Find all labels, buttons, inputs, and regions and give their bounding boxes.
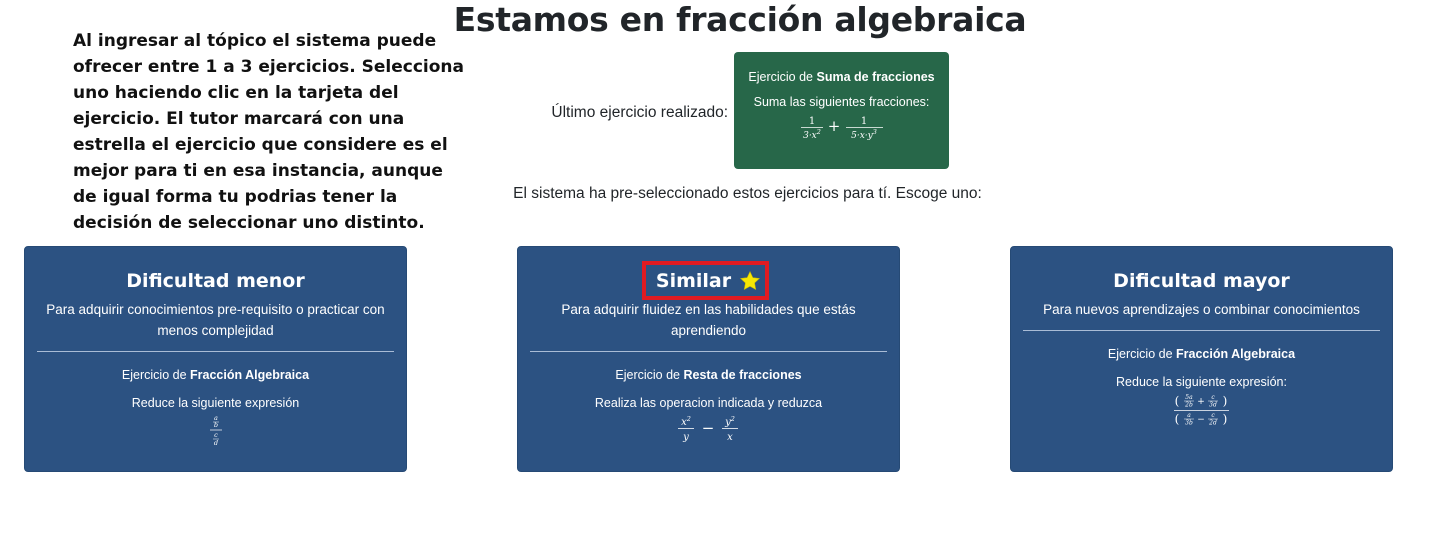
- card-description: Para nuevos aprendizajes o combinar cono…: [1043, 302, 1360, 317]
- svg-text:2d: 2d: [1208, 420, 1217, 427]
- svg-text:a: a: [1187, 412, 1191, 419]
- svg-text:+: +: [1197, 397, 1205, 407]
- exercise-topic: Resta de fracciones: [683, 368, 802, 382]
- exercise-prefix: Ejercicio de: [1107, 347, 1173, 361]
- choose-text: El sistema ha pre-seleccionado estos eje…: [513, 185, 982, 202]
- svg-text:): ): [1222, 412, 1227, 426]
- svg-text:5·x·y3: 5·x·y3: [851, 128, 877, 141]
- svg-text:1: 1: [860, 116, 866, 127]
- exercise-prefix: Ejercicio de: [615, 368, 681, 382]
- card-title-text: Dificultad menor: [126, 270, 305, 292]
- instructions-text: Al ingresar al tópico el sistema puede o…: [73, 31, 464, 233]
- svg-text:3b: 3b: [1185, 420, 1193, 427]
- svg-text:): ): [1222, 394, 1227, 408]
- card-title-text: Dificultad mayor: [1113, 270, 1290, 292]
- svg-text:y: y: [682, 432, 689, 443]
- card-title: Dificultad mayor: [1011, 269, 1392, 293]
- last-exercise-label: Último ejercicio realizado:: [551, 104, 728, 121]
- svg-text:d: d: [213, 439, 217, 447]
- card-title: Dificultad menor: [25, 269, 406, 293]
- math-expression: 1 3·x2 + 1 5·x·y3: [734, 113, 949, 145]
- exercise-topic: Fracción Algebraica: [190, 368, 310, 382]
- svg-text:y2: y2: [724, 415, 735, 428]
- card-exercise-title: Ejercicio de Resta de fracciones: [518, 368, 899, 382]
- card-exercise-title: Ejercicio de Fracción Algebraica: [25, 368, 406, 382]
- svg-text:(: (: [1174, 412, 1179, 426]
- exercise-prefix: Ejercicio de: [121, 368, 187, 382]
- card-divider: [530, 351, 887, 352]
- card-exercise-title: Ejercicio de Fracción Algebraica: [1011, 347, 1392, 361]
- svg-text:1: 1: [808, 116, 814, 127]
- svg-text:3·x2: 3·x2: [803, 128, 821, 141]
- math-expression: a b c d: [25, 414, 406, 448]
- card-title-text: Similar: [655, 270, 732, 292]
- exercise-card-easier[interactable]: Dificultad menor Para adquirir conocimie…: [24, 246, 407, 472]
- svg-text:x: x: [727, 432, 733, 443]
- card-description: Para adquirir fluidez en las habilidades…: [561, 302, 856, 338]
- exercise-topic: Fracción Algebraica: [1176, 347, 1296, 361]
- svg-text:5a: 5a: [1185, 394, 1193, 401]
- exercise-card-harder[interactable]: Dificultad mayor Para nuevos aprendizaje…: [1010, 246, 1393, 472]
- exercise-prefix: Ejercicio de: [748, 70, 814, 84]
- svg-text:c: c: [1211, 394, 1215, 401]
- svg-text:x2: x2: [681, 415, 691, 428]
- svg-text:b: b: [213, 421, 217, 429]
- card-divider: [37, 351, 394, 352]
- card-instruction: Reduce la siguiente expresión:: [1116, 375, 1287, 389]
- svg-text:c: c: [1211, 412, 1215, 419]
- svg-text:(: (: [1174, 394, 1179, 408]
- math-expression: x2 y − y2 x: [518, 414, 899, 446]
- star-icon: [740, 271, 761, 290]
- math-expression: ( 5a 2b + c 3d ) ( a 3b − c 2d ): [1011, 393, 1392, 429]
- card-title: Similar: [518, 269, 899, 293]
- last-exercise-title: Ejercicio de Suma de fracciones: [734, 70, 949, 84]
- card-divider: [1023, 330, 1380, 331]
- last-exercise-card: Ejercicio de Suma de fracciones Suma las…: [734, 52, 949, 169]
- card-instruction: Realiza las operacion indicada y reduzca: [594, 396, 823, 410]
- card-description: Para adquirir conocimientos pre-requisit…: [46, 302, 385, 338]
- card-instruction: Reduce la siguiente expresión: [131, 396, 300, 410]
- svg-text:+: +: [827, 117, 840, 135]
- exercise-card-similar[interactable]: Similar Para adquirir fluidez en las hab…: [517, 246, 900, 472]
- svg-text:3d: 3d: [1209, 402, 1217, 409]
- page-title: Estamos en fracción algebraica: [453, 0, 1027, 39]
- svg-text:c: c: [214, 431, 218, 439]
- svg-text:−: −: [701, 419, 714, 437]
- exercise-topic: Suma de fracciones: [816, 70, 935, 84]
- svg-text:−: −: [1197, 415, 1205, 425]
- svg-text:2b: 2b: [1184, 402, 1193, 409]
- exercise-instruction: Suma las siguientes fracciones:: [753, 95, 930, 109]
